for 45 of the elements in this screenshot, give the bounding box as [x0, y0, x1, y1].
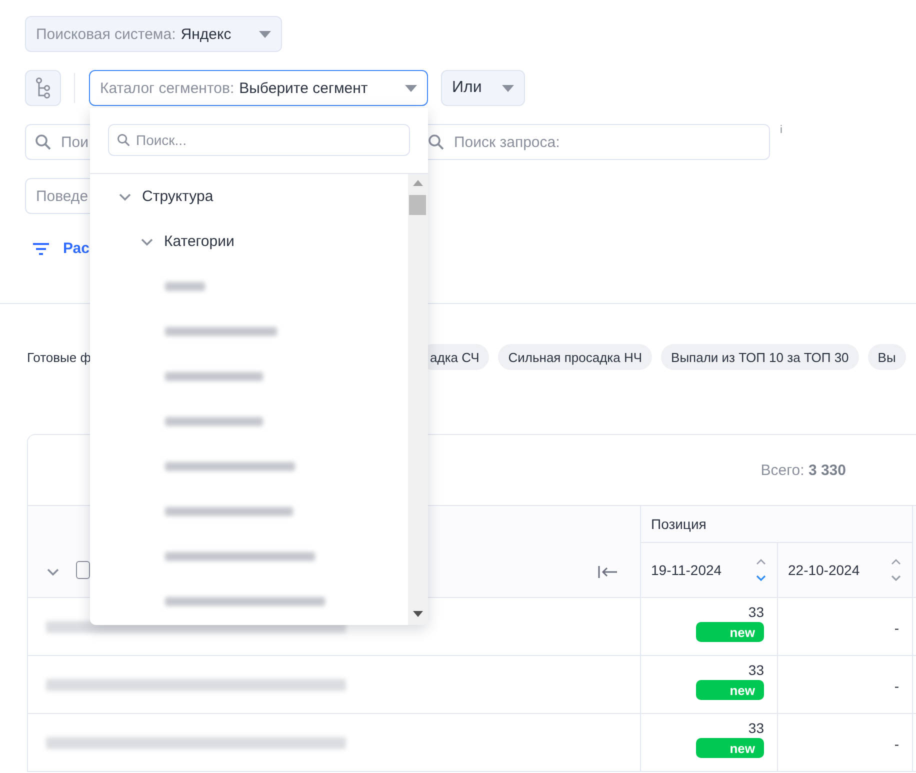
- position-value: -: [894, 620, 899, 636]
- blurred-item[interactable]: [165, 552, 315, 561]
- position-value: 33: [748, 720, 764, 736]
- logic-select[interactable]: Или: [441, 70, 525, 106]
- column-group-header: Позиция: [640, 505, 912, 542]
- blurred-item[interactable]: [165, 372, 263, 381]
- date-column-header[interactable]: 19-11-2024: [640, 542, 777, 597]
- scrollbar-thumb[interactable]: [409, 195, 426, 215]
- caret-icon: [405, 84, 417, 92]
- position-value: -: [894, 736, 899, 752]
- preset-chip[interactable]: Сильная просадка НЧ: [498, 344, 652, 370]
- search-engine-select[interactable]: Поисковая система: Яндекс: [25, 16, 282, 52]
- caret-icon: [259, 30, 271, 38]
- new-badge: new: [696, 738, 764, 758]
- blurred-item[interactable]: [165, 417, 263, 426]
- position-value: -: [894, 678, 899, 694]
- caret-icon: [502, 84, 514, 92]
- date-column-header[interactable]: 22-10-2024: [777, 542, 912, 597]
- tree-structure-button[interactable]: [25, 70, 61, 106]
- position-value: 33: [748, 604, 764, 620]
- scroll-down-icon[interactable]: [413, 611, 423, 617]
- preset-chip[interactable]: Вы: [868, 344, 906, 370]
- filter-icon: [33, 242, 49, 254]
- total-count: Всего: 3 330: [760, 462, 846, 478]
- preset-chip[interactable]: Выпали из ТОП 10 за ТОП 30: [661, 344, 859, 370]
- filter-link[interactable]: Рас: [25, 240, 90, 257]
- presets-label: Готовые ф: [27, 350, 92, 364]
- scrollbar[interactable]: [408, 174, 428, 625]
- blurred-item[interactable]: [165, 282, 205, 291]
- tree-item[interactable]: Структура: [142, 188, 214, 205]
- scroll-up-icon[interactable]: [413, 180, 423, 186]
- tree-item[interactable]: Категории: [164, 233, 234, 250]
- hierarchy-icon: [35, 77, 51, 99]
- segment-catalog-select[interactable]: Каталог сегментов: Выберите сегмент: [89, 70, 428, 106]
- segment-search-field[interactable]: Поиск...: [108, 124, 410, 156]
- blurred-item[interactable]: [165, 597, 325, 606]
- sort-icon[interactable]: [755, 557, 767, 583]
- new-badge: new: [696, 622, 764, 642]
- sort-icon[interactable]: [890, 557, 902, 583]
- position-value: 33: [748, 662, 764, 678]
- blurred-item[interactable]: [165, 462, 295, 471]
- collapse-column-icon[interactable]: [598, 565, 618, 579]
- blurred-item[interactable]: [165, 327, 277, 336]
- new-badge: new: [696, 680, 764, 700]
- blurred-item[interactable]: [165, 507, 293, 516]
